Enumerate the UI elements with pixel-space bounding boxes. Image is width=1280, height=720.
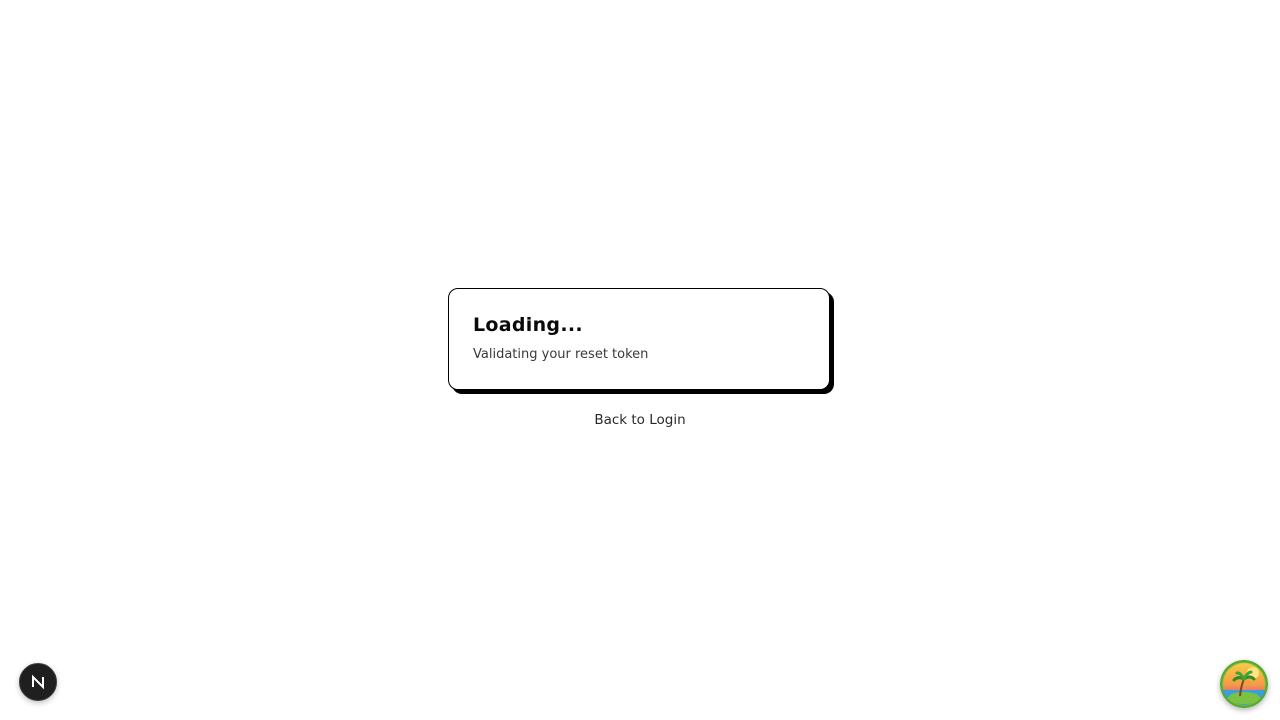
reset-password-page: Loading... Validating your reset token B…: [0, 0, 1280, 720]
loading-title: Loading...: [473, 314, 583, 336]
app-avatar-button[interactable]: [1220, 660, 1268, 708]
back-to-login-link[interactable]: Back to Login: [0, 410, 1280, 430]
back-to-login-label[interactable]: Back to Login: [594, 412, 685, 428]
nextjs-dev-tools-button[interactable]: [19, 663, 57, 701]
loading-card: Loading... Validating your reset token: [448, 288, 830, 390]
nextjs-logo-icon: [32, 674, 44, 690]
loading-subtitle: Validating your reset token: [473, 347, 649, 362]
tropical-island-icon: [1220, 660, 1268, 708]
